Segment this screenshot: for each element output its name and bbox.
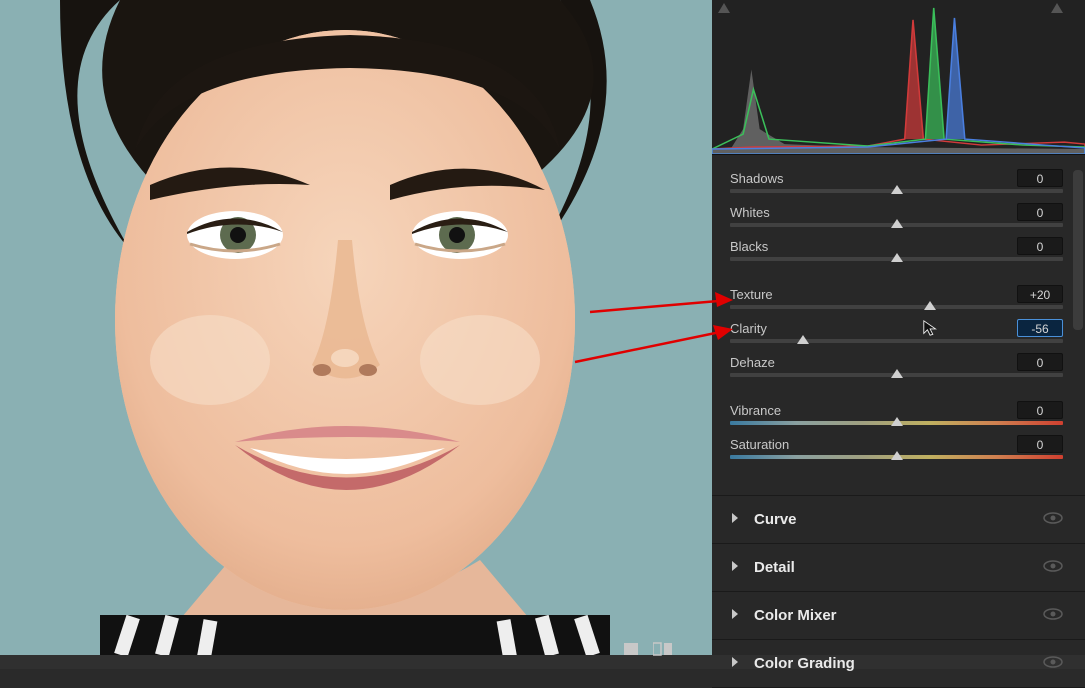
slider-value-clarity[interactable]: -56 (1017, 319, 1063, 337)
slider-clarity: Clarity -56 (730, 319, 1063, 343)
slider-thumb-saturation[interactable] (891, 451, 903, 460)
slider-thumb-texture[interactable] (924, 301, 936, 310)
panel-title-curve: Curve (754, 511, 1043, 528)
slider-track-whites[interactable] (730, 223, 1063, 227)
slider-track-dehaze[interactable] (730, 373, 1063, 377)
panel-color-mixer[interactable]: Color Mixer (712, 592, 1085, 640)
highlight-clip-icon[interactable] (1051, 3, 1063, 13)
visibility-icon[interactable] (1043, 512, 1063, 527)
panel-title-color-mixer: Color Mixer (754, 607, 1043, 624)
panel-color-grading[interactable]: Color Grading (712, 640, 1085, 688)
compare-view-icon[interactable] (652, 640, 674, 658)
slider-thumb-vibrance[interactable] (891, 417, 903, 426)
slider-value-texture[interactable]: +20 (1017, 285, 1063, 303)
slider-vibrance: Vibrance 0 (730, 401, 1063, 425)
single-view-icon[interactable] (620, 640, 642, 658)
slider-thumb-shadows[interactable] (891, 185, 903, 194)
visibility-icon[interactable] (1043, 608, 1063, 623)
panel-title-detail: Detail (754, 559, 1043, 576)
visibility-icon[interactable] (1043, 560, 1063, 575)
slider-label-clarity: Clarity (730, 321, 767, 336)
basic-sliders: Shadows 0 Whites 0 Blacks 0 Texture +20 Clarity -… (712, 155, 1085, 495)
slider-label-whites: Whites (730, 205, 770, 220)
slider-blacks: Blacks 0 (730, 237, 1063, 261)
slider-label-vibrance: Vibrance (730, 403, 781, 418)
slider-shadows: Shadows 0 (730, 169, 1063, 193)
slider-dehaze: Dehaze 0 (730, 353, 1063, 377)
slider-thumb-whites[interactable] (891, 219, 903, 228)
slider-track-blacks[interactable] (730, 257, 1063, 261)
slider-value-blacks[interactable]: 0 (1017, 237, 1063, 255)
slider-whites: Whites 0 (730, 203, 1063, 227)
histogram-chart (712, 0, 1085, 154)
panel-title-color-grading: Color Grading (754, 655, 1043, 672)
panel-detail[interactable]: Detail (712, 544, 1085, 592)
slider-value-dehaze[interactable]: 0 (1017, 353, 1063, 371)
histogram[interactable] (712, 0, 1085, 155)
slider-thumb-dehaze[interactable] (891, 369, 903, 378)
portrait-photo (0, 0, 712, 655)
slider-label-blacks: Blacks (730, 239, 768, 254)
image-canvas[interactable] (0, 0, 712, 655)
chevron-right-icon (730, 560, 746, 575)
slider-thumb-clarity[interactable] (797, 335, 809, 344)
slider-label-texture: Texture (730, 287, 773, 302)
develop-panel: Shadows 0 Whites 0 Blacks 0 Texture +20 Clarity -… (712, 0, 1085, 655)
slider-label-shadows: Shadows (730, 171, 783, 186)
slider-saturation: Saturation 0 (730, 435, 1063, 459)
panel-scrollbar[interactable] (1073, 170, 1083, 330)
slider-track-shadows[interactable] (730, 189, 1063, 193)
collapsible-panels: Curve Detail Color Mixer Color Grading (712, 495, 1085, 688)
slider-track-texture[interactable] (730, 305, 1063, 309)
slider-value-whites[interactable]: 0 (1017, 203, 1063, 221)
slider-track-vibrance[interactable] (730, 421, 1063, 425)
slider-texture: Texture +20 (730, 285, 1063, 309)
panel-curve[interactable]: Curve (712, 496, 1085, 544)
slider-value-vibrance[interactable]: 0 (1017, 401, 1063, 419)
slider-label-saturation: Saturation (730, 437, 789, 452)
slider-value-shadows[interactable]: 0 (1017, 169, 1063, 187)
slider-track-saturation[interactable] (730, 455, 1063, 459)
slider-thumb-blacks[interactable] (891, 253, 903, 262)
view-tools (620, 640, 674, 658)
slider-value-saturation[interactable]: 0 (1017, 435, 1063, 453)
chevron-right-icon (730, 512, 746, 527)
chevron-right-icon (730, 608, 746, 623)
shadow-clip-icon[interactable] (718, 3, 730, 13)
slider-label-dehaze: Dehaze (730, 355, 775, 370)
slider-track-clarity[interactable] (730, 339, 1063, 343)
